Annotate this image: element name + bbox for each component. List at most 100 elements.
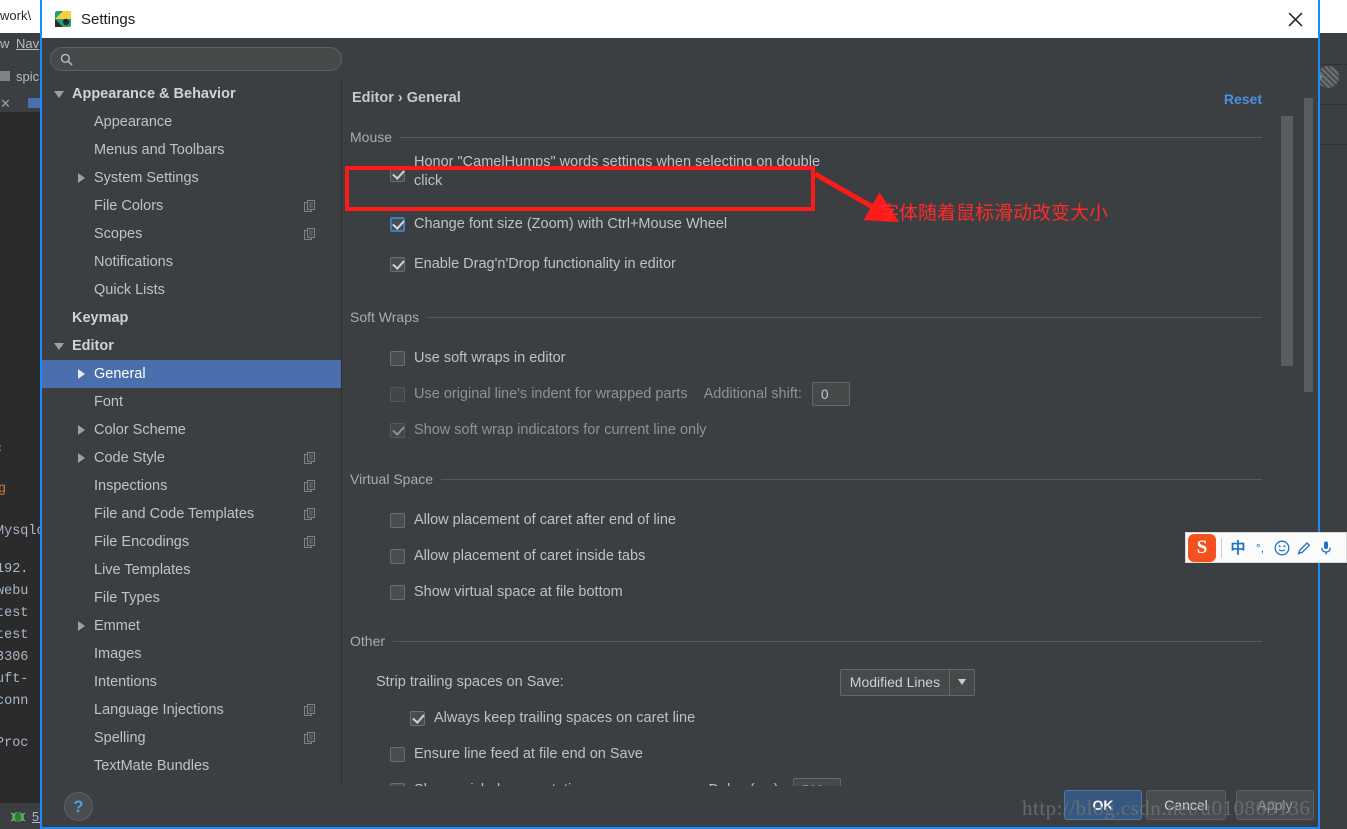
copy-settings-icon[interactable] [304, 452, 316, 464]
settings-tree[interactable]: Appearance & Behavior Appearance Menus and… [42, 80, 342, 786]
checkbox-row-virtual-space-bottom[interactable]: Show virtual space at file bottom [350, 578, 1262, 606]
sidebar-item-live-templates[interactable]: Live Templates [42, 556, 342, 584]
breadcrumb: Editor › General [352, 90, 461, 106]
copy-settings-icon[interactable] [304, 536, 316, 548]
bg-console-1: 192. [0, 562, 29, 577]
sidebar-item-label: General [94, 366, 146, 382]
copy-settings-icon[interactable] [304, 732, 316, 744]
content-scrollbar-thumb[interactable] [1281, 116, 1293, 366]
checkbox-row-dragndrop[interactable]: Enable Drag'n'Drop functionality in edit… [350, 250, 1262, 278]
checkbox-row-change-font-size[interactable]: Change font size (Zoom) with Ctrl+Mouse … [350, 210, 1262, 238]
sidebar-item-file-encodings[interactable]: File Encodings [42, 528, 342, 556]
chevron-down-icon[interactable] [949, 669, 975, 695]
checkbox-row-keep-trailing-spaces[interactable]: Always keep trailing spaces on caret lin… [350, 704, 1262, 732]
checkbox-row-honor-camelhumps[interactable]: Honor "CamelHumps" words settings when s… [350, 154, 1262, 189]
apply-button[interactable]: Apply [1236, 790, 1314, 820]
copy-settings-icon[interactable] [304, 200, 316, 212]
sidebar-item-file-and-code-templates[interactable]: File and Code Templates [42, 500, 342, 528]
sidebar-item-inspections[interactable]: Inspections [42, 472, 342, 500]
checkbox-label-keep-trailing-spaces: Always keep trailing spaces on caret lin… [434, 710, 696, 726]
copy-settings-icon[interactable] [304, 704, 316, 716]
checkbox-ensure-line-feed[interactable] [390, 746, 405, 762]
sidebar-item-label: Spelling [94, 730, 146, 746]
checkbox-caret-inside-tabs[interactable] [390, 548, 405, 564]
chevron-down-icon[interactable] [54, 88, 66, 100]
checkbox-caret-after-eol[interactable] [390, 512, 405, 528]
sogou-ime-toolbar[interactable]: S 中 °, [1185, 532, 1347, 563]
ok-button[interactable]: OK [1064, 790, 1142, 820]
checkbox-row-soft-wrap-indicators[interactable]: Show soft wrap indicators for current li… [350, 416, 1262, 444]
checkbox-row-quick-doc[interactable]: Show quick documentation on mouse move D… [350, 776, 1262, 786]
sidebar-item-file-colors[interactable]: File Colors [42, 192, 342, 220]
checkbox-label-caret-inside-tabs: Allow placement of caret inside tabs [414, 548, 646, 564]
checkbox-original-indent[interactable] [390, 386, 405, 402]
chevron-right-icon[interactable] [76, 620, 88, 632]
dropdown-strip-trailing-spaces[interactable]: Modified Lines [839, 668, 976, 696]
checkbox-virtual-space-bottom[interactable] [390, 584, 405, 600]
sidebar-item-intentions[interactable]: Intentions [42, 668, 342, 696]
sidebar-item-spelling[interactable]: Spelling [42, 724, 342, 752]
smiley-icon[interactable] [1271, 535, 1293, 561]
sidebar-item-quick-lists[interactable]: Quick Lists [42, 276, 342, 304]
bg-divider-1 [0, 126, 40, 127]
checkbox-row-caret-inside-tabs[interactable]: Allow placement of caret inside tabs [350, 542, 1262, 570]
copy-settings-icon[interactable] [304, 480, 316, 492]
bg-console-6: uft- [0, 672, 29, 687]
checkbox-change-font-size[interactable] [390, 216, 405, 232]
checkbox-row-caret-after-eol[interactable]: Allow placement of caret after end of li… [350, 506, 1262, 534]
checkbox-row-original-indent[interactable]: Use original line's indent for wrapped p… [350, 380, 1262, 408]
sidebar-item-label: File Types [94, 590, 160, 606]
sidebar-item-font[interactable]: Font [42, 388, 342, 416]
sidebar-item-file-types[interactable]: File Types [42, 584, 342, 612]
reset-link[interactable]: Reset [1224, 91, 1262, 107]
chevron-right-icon[interactable] [76, 368, 88, 380]
search-input[interactable] [79, 52, 319, 66]
checkbox-row-use-soft-wraps[interactable]: Use soft wraps in editor [350, 344, 1262, 372]
sidebar-item-system-settings[interactable]: System Settings [42, 164, 342, 192]
sidebar-item-language-injections[interactable]: Language Injections [42, 696, 342, 724]
ime-mode-chinese-icon[interactable]: 中 [1227, 535, 1249, 561]
input-delay-ms[interactable]: 500 [792, 778, 841, 786]
sidebar-item-editor[interactable]: Editor [42, 332, 342, 360]
sidebar-item-notifications[interactable]: Notifications [42, 248, 342, 276]
sogou-logo-icon[interactable]: S [1188, 533, 1216, 562]
sidebar-item-menus-and-toolbars[interactable]: Menus and Toolbars [42, 136, 342, 164]
input-additional-shift[interactable]: 0 [811, 382, 850, 406]
copy-settings-icon[interactable] [304, 228, 316, 240]
checkbox-dragndrop[interactable] [390, 256, 405, 272]
close-icon[interactable] [1272, 0, 1318, 38]
sidebar-item-general[interactable]: General [42, 360, 342, 388]
ime-punctuation-icon[interactable]: °, [1249, 535, 1271, 561]
sidebar-item-scopes[interactable]: Scopes [42, 220, 342, 248]
sidebar-item-code-style[interactable]: Code Style [42, 444, 342, 472]
group-other-title: Other [350, 633, 386, 649]
row-strip-trailing-spaces: Strip trailing spaces on Save: Modified … [350, 666, 1262, 698]
right-strip-cell-3 [1316, 105, 1347, 145]
chevron-right-icon[interactable] [76, 424, 88, 436]
sidebar-item-color-scheme[interactable]: Color Scheme [42, 416, 342, 444]
microphone-icon[interactable] [1315, 535, 1337, 561]
sidebar-item-emmet[interactable]: Emmet [42, 612, 342, 640]
chevron-right-icon[interactable] [76, 452, 88, 464]
sidebar-item-keymap[interactable]: Keymap [42, 304, 342, 332]
cancel-button[interactable]: Cancel [1146, 790, 1226, 820]
help-button[interactable]: ? [64, 792, 93, 821]
checkbox-keep-trailing-spaces[interactable] [410, 710, 425, 726]
search-box[interactable] [50, 47, 342, 71]
tree-scrollbar-thumb[interactable] [1304, 98, 1313, 392]
sidebar-item-appearance-behavior[interactable]: Appearance & Behavior [42, 80, 342, 108]
copy-settings-icon[interactable] [304, 508, 316, 520]
sidebar-item-images[interactable]: Images [42, 640, 342, 668]
sidebar-item-textmate-bundles[interactable]: TextMate Bundles [42, 752, 342, 780]
checkbox-row-ensure-line-feed[interactable]: Ensure line feed at file end on Save [350, 740, 1262, 768]
chevron-down-icon[interactable] [54, 340, 66, 352]
checkbox-use-soft-wraps[interactable] [390, 350, 405, 366]
bg-divider-4 [0, 550, 40, 551]
checkbox-honor-camelhumps[interactable] [390, 166, 405, 182]
right-strip-cell-1 [1316, 33, 1347, 65]
pen-icon[interactable] [1293, 535, 1315, 561]
chevron-right-icon[interactable] [76, 172, 88, 184]
sidebar-item-appearance[interactable]: Appearance [42, 108, 342, 136]
checkbox-soft-wrap-indicators[interactable] [390, 422, 405, 438]
